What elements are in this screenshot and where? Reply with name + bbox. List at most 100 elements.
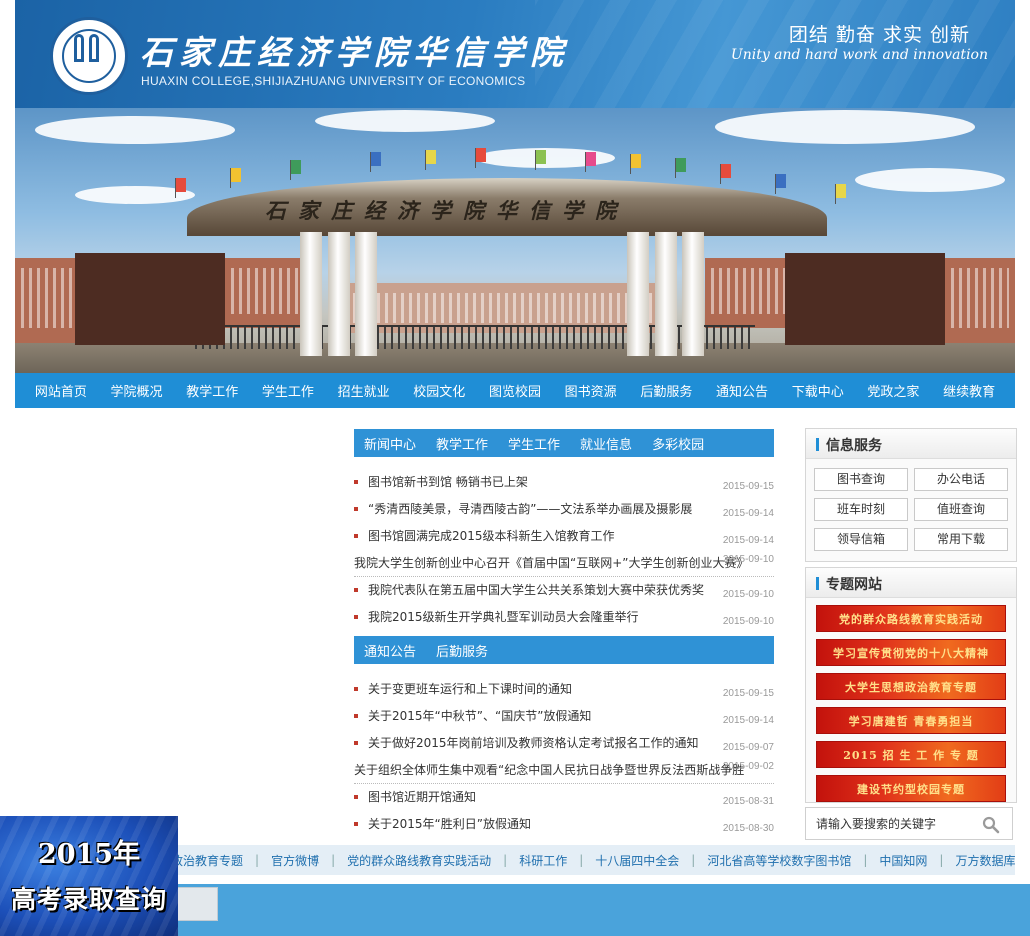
info-services-title: 信息服务 xyxy=(826,438,882,454)
link-research[interactable]: 科研工作 xyxy=(519,852,567,869)
site-header: 石家庄经济学院华信学院 HUAXIN COLLEGE,SHIJIAZHUANG … xyxy=(15,0,1015,108)
nav-campus-gallery[interactable]: 图览校园 xyxy=(489,381,541,400)
duty-search-button[interactable]: 值班查询 xyxy=(914,498,1008,521)
link-wanfang[interactable]: 万方数据库 xyxy=(955,852,1015,869)
college-name-en: HUAXIN COLLEGE,SHIJIAZHUANG UNIVERSITY O… xyxy=(141,74,526,88)
common-downloads-button[interactable]: 常用下载 xyxy=(914,528,1008,551)
news-title[interactable]: 我院2015级新生开学典礼暨军训动员大会隆重举行 xyxy=(368,608,639,625)
news-date: 2015-09-10 xyxy=(722,589,774,600)
nav-student-affairs[interactable]: 学生工作 xyxy=(262,381,314,400)
news-item: 我院大学生创新创业中心召开《首届中国“互联网+”大学生创新创业大赛》 2015-… xyxy=(354,550,774,577)
college-logo[interactable] xyxy=(50,17,128,95)
flag xyxy=(631,154,641,168)
gate-inscription: 石家庄经济学院华信学院 xyxy=(265,198,628,223)
topic-banner-admissions-2015[interactable]: 2015 招 生 工 作 专 题 xyxy=(816,741,1006,768)
topic-banner-green-campus[interactable]: 建设节约型校园专题 xyxy=(816,775,1006,802)
topic-banner-18th-congress[interactable]: 学习宣传贯彻党的十八大精神 xyxy=(816,639,1006,666)
library-search-button[interactable]: 图书查询 xyxy=(814,468,908,491)
topic-sites-header: 专题网站 xyxy=(806,568,1016,598)
notices-list: 关于变更班车运行和上下课时间的通知 2015-09-15 关于2015年“中秋节… xyxy=(354,676,774,838)
topic-banner-ideology[interactable]: 大学生思想政治教育专题 xyxy=(816,673,1006,700)
notice-item: 关于做好2015年岗前培训及教师资格认定考试报名工作的通知 2015-09-07 xyxy=(354,730,774,757)
college-name-cn: 石家庄经济学院华信学院 xyxy=(140,33,569,72)
nav-admissions[interactable]: 招生就业 xyxy=(338,381,390,400)
nav-continuing-education[interactable]: 继续教育 xyxy=(943,381,995,400)
admission-query-float-ad[interactable]: 2015年 高考录取查询 xyxy=(0,816,178,936)
gate-lodge-left xyxy=(75,253,225,345)
notice-date: 2015-08-30 xyxy=(722,823,774,834)
news-title[interactable]: 我院大学生创新创业中心召开《首届中国“互联网+”大学生创新创业大赛》 xyxy=(354,554,749,571)
bullet-icon xyxy=(354,822,358,826)
flag xyxy=(291,160,301,174)
page: 石家庄经济学院华信学院 HUAXIN COLLEGE,SHIJIAZHUANG … xyxy=(0,0,1030,936)
nav-logistics[interactable]: 后勤服务 xyxy=(640,381,692,400)
bullet-icon xyxy=(354,480,358,484)
gate-pillar xyxy=(355,232,377,356)
tab-student-work[interactable]: 学生工作 xyxy=(508,434,560,453)
office-phone-button[interactable]: 办公电话 xyxy=(914,468,1008,491)
notice-title[interactable]: 关于做好2015年岗前培训及教师资格认定考试报名工作的通知 xyxy=(368,734,699,751)
nav-about[interactable]: 学院概况 xyxy=(111,381,163,400)
bullet-icon xyxy=(354,687,358,691)
tab-logistics[interactable]: 后勤服务 xyxy=(436,641,488,660)
topic-banner-mass-line[interactable]: 党的群众路线教育实践活动 xyxy=(816,605,1006,632)
topic-banner-youth[interactable]: 学习唐建哲 青春勇担当 xyxy=(816,707,1006,734)
notice-item: 关于2015年“中秋节”、“国庆节”放假通知 2015-09-14 xyxy=(354,703,774,730)
gate-pillar xyxy=(328,232,350,356)
notice-title[interactable]: 关于2015年“胜利日”放假通知 xyxy=(368,815,531,832)
nav-party[interactable]: 党政之家 xyxy=(867,381,919,400)
nav-home[interactable]: 网站首页 xyxy=(35,381,87,400)
flag xyxy=(371,152,381,166)
tab-campus-life[interactable]: 多彩校园 xyxy=(652,434,704,453)
notice-date: 2015-09-02 xyxy=(722,761,774,772)
right-building xyxy=(945,258,1015,343)
nav-library[interactable]: 图书资源 xyxy=(565,381,617,400)
link-separator: | xyxy=(939,853,944,867)
search-input[interactable] xyxy=(806,808,976,839)
window-row xyxy=(951,268,1009,328)
tab-employment[interactable]: 就业信息 xyxy=(580,434,632,453)
link-fourth-plenum[interactable]: 十八届四中全会 xyxy=(595,852,679,869)
footer-box[interactable] xyxy=(176,887,218,921)
link-mass-line[interactable]: 党的群众路线教育实践活动 xyxy=(347,852,491,869)
topic-sites-box: 专题网站 党的群众路线教育实践活动 学习宣传贯彻党的十八大精神 大学生思想政治教… xyxy=(805,567,1017,803)
link-separator: | xyxy=(255,853,260,867)
nav-downloads[interactable]: 下载中心 xyxy=(792,381,844,400)
notice-item: 图书馆近期开馆通知 2015-08-31 xyxy=(354,784,774,811)
link-digital-library[interactable]: 河北省高等学校数字图书馆 xyxy=(707,852,851,869)
nav-notices[interactable]: 通知公告 xyxy=(716,381,768,400)
ad-year-text: 2015年 xyxy=(37,839,141,870)
notice-item: 关于2015年“胜利日”放假通知 2015-08-30 xyxy=(354,811,774,838)
news-title[interactable]: “秀清西陵美景，寻清西陵古韵”——文法系举办画展及摄影展 xyxy=(368,500,692,517)
bullet-icon xyxy=(354,534,358,538)
cloud xyxy=(715,110,975,144)
notice-title[interactable]: 关于2015年“中秋节”、“国庆节”放假通知 xyxy=(368,707,591,724)
tab-notices[interactable]: 通知公告 xyxy=(364,641,416,660)
notice-title[interactable]: 关于组织全体师生集中观看“纪念中国人民抗日战争暨世界反法西斯战争胜 xyxy=(354,761,744,778)
leader-mailbox-button[interactable]: 领导信箱 xyxy=(814,528,908,551)
window-row xyxy=(711,268,789,314)
link-political-education[interactable]: 政治教育专题 xyxy=(171,852,243,869)
link-official-weibo[interactable]: 官方微博 xyxy=(271,852,319,869)
flag xyxy=(721,164,731,178)
flag xyxy=(231,168,241,182)
news-title[interactable]: 我院代表队在第五届中国大学生公共关系策划大赛中荣获优秀奖 xyxy=(368,581,704,598)
notice-title[interactable]: 关于变更班车运行和上下课时间的通知 xyxy=(368,680,572,697)
news-title[interactable]: 图书馆新书到馆 畅销书已上架 xyxy=(368,473,528,490)
tab-news-center[interactable]: 新闻中心 xyxy=(364,434,416,453)
link-separator: | xyxy=(579,853,584,867)
bus-schedule-button[interactable]: 班车时刻 xyxy=(814,498,908,521)
link-cnki[interactable]: 中国知网 xyxy=(879,852,927,869)
nav-teaching[interactable]: 教学工作 xyxy=(186,381,238,400)
tab-teaching[interactable]: 教学工作 xyxy=(436,434,488,453)
search-icon[interactable] xyxy=(982,816,1000,834)
news-date: 2015-09-14 xyxy=(722,508,774,519)
cloud xyxy=(855,168,1005,192)
news-title[interactable]: 图书馆圆满完成2015级本科新生入馆教育工作 xyxy=(368,527,615,544)
flag xyxy=(476,148,486,162)
news-item: 我院2015级新生开学典礼暨军训动员大会隆重举行 2015-09-10 xyxy=(354,604,774,631)
nav-campus-culture[interactable]: 校园文化 xyxy=(413,381,465,400)
notice-title[interactable]: 图书馆近期开馆通知 xyxy=(368,788,476,805)
side-building xyxy=(705,258,795,328)
flag xyxy=(536,150,546,164)
